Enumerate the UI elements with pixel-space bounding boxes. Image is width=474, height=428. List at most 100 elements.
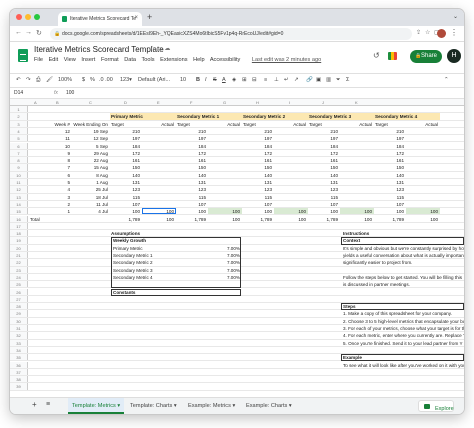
comment-icon[interactable]: ▣	[316, 77, 321, 83]
bookmark-star-icon[interactable]: ☆	[425, 29, 430, 36]
row-number[interactable]: 12	[10, 186, 28, 193]
spreadsheet-grid[interactable]: ABCDEFGHIJK 1 2 Primary Metric Secondary Me…	[10, 99, 464, 397]
menu-file[interactable]: File	[34, 57, 43, 63]
browser-tab[interactable]: Iterative Metrics Scorecard Te ×	[58, 12, 142, 26]
collapse-toolbar-icon[interactable]: ⌃	[444, 77, 449, 83]
column-header-b[interactable]: B	[56, 100, 59, 105]
tab-search-icon[interactable]: ⌄	[453, 13, 458, 20]
row-number[interactable]: 33	[10, 339, 28, 346]
row-number[interactable]: 14	[10, 200, 28, 208]
formula-input[interactable]: 100	[66, 90, 74, 96]
rotate-icon[interactable]: ↗	[294, 77, 299, 83]
meet-icon[interactable]	[388, 51, 403, 61]
sheet-row[interactable]: 4 12 19 Sep 210 210 210 210 210	[10, 127, 464, 136]
close-window-icon[interactable]	[16, 14, 22, 20]
name-box[interactable]: D14	[14, 90, 48, 96]
row-number[interactable]: 30	[10, 317, 28, 324]
row-number[interactable]: 16	[10, 215, 28, 222]
row-number[interactable]: 9	[10, 164, 28, 171]
row-number[interactable]: 15	[10, 208, 28, 215]
address-bar[interactable]: 🔒 docs.google.com/spreadsheets/d/1EEsI9E…	[50, 28, 412, 40]
currency-format-button[interactable]: $	[82, 77, 85, 83]
row-number[interactable]: 32	[10, 332, 28, 339]
row-number[interactable]: 29	[10, 310, 28, 317]
row-number[interactable]: 31	[10, 325, 28, 332]
sheet-row[interactable]: 14 2 11 Jul 107 107 107 107 107	[10, 200, 464, 209]
row-number[interactable]: 3	[10, 120, 28, 127]
number-format-select[interactable]: 123▾	[120, 77, 132, 83]
actual-value[interactable]: 100	[406, 209, 438, 214]
fill-color-icon[interactable]: ◈	[232, 77, 236, 83]
all-sheets-icon[interactable]: ≡	[46, 401, 50, 408]
sheet-row[interactable]: 10 6 8 Aug 140 140 140 140 140	[10, 171, 464, 179]
browser-menu-icon[interactable]: ⋮	[450, 28, 458, 37]
new-tab-icon[interactable]: +	[147, 12, 152, 22]
wrap-icon[interactable]: ↵	[284, 77, 289, 83]
sheet-row[interactable]: 32 4. For each metric, enter where you cu…	[10, 332, 464, 340]
row-number[interactable]: 28	[10, 303, 28, 310]
profile-avatar[interactable]	[437, 29, 446, 38]
menu-insert[interactable]: Insert	[81, 57, 95, 63]
row-number[interactable]: 27	[10, 295, 28, 303]
sheet-row[interactable]: 39	[10, 383, 464, 391]
row-number[interactable]: 18	[10, 230, 28, 237]
maximize-window-icon[interactable]	[34, 14, 40, 20]
redo-icon[interactable]: ↷	[26, 77, 31, 83]
row-number[interactable]: 21	[10, 252, 28, 259]
row-number[interactable]: 6	[10, 142, 28, 149]
align-icon[interactable]: ≡	[264, 77, 267, 83]
link-icon[interactable]: 🔗	[306, 77, 313, 83]
version-history-icon[interactable]: ↺	[373, 51, 380, 60]
close-tab-icon[interactable]: ×	[134, 15, 138, 21]
column-header-i[interactable]: I	[289, 100, 290, 105]
tab-template-charts[interactable]: Template: Charts ▾	[130, 403, 177, 409]
row-number[interactable]: 19	[10, 237, 28, 244]
row-number[interactable]: 10	[10, 171, 28, 178]
row-number[interactable]: 7	[10, 149, 28, 157]
row-number[interactable]: 39	[10, 383, 28, 390]
column-header-j[interactable]: J	[322, 100, 324, 105]
row-number[interactable]: 26	[10, 288, 28, 295]
explore-button[interactable]: Explore	[418, 400, 454, 412]
menu-data[interactable]: Data	[124, 57, 136, 63]
back-icon[interactable]: ←	[15, 29, 22, 36]
row-number[interactable]: 24	[10, 273, 28, 281]
menu-tools[interactable]: Tools	[142, 57, 155, 63]
column-header-a[interactable]: A	[34, 100, 37, 105]
column-header-c[interactable]: C	[89, 100, 92, 105]
percent-format-button[interactable]: %	[90, 77, 95, 83]
row-number[interactable]: 8	[10, 157, 28, 164]
sheet-row[interactable]: 34	[10, 346, 464, 355]
row-number[interactable]: 22	[10, 259, 28, 266]
forward-icon[interactable]: →	[25, 29, 32, 36]
tab-example-charts[interactable]: Example: Charts ▾	[246, 403, 292, 409]
text-color-icon[interactable]: A	[222, 77, 226, 83]
filter-icon[interactable]: ⏷	[336, 77, 340, 84]
sheet-row[interactable]: 38	[10, 376, 464, 384]
row-number[interactable]: 35	[10, 354, 28, 361]
row-number[interactable]: 36	[10, 361, 28, 368]
row-number[interactable]: 34	[10, 346, 28, 354]
sheet-row[interactable]: 16 Total 1,789 100 1,789 100 1,789 100 1,789 100 1…	[10, 215, 464, 223]
bold-icon[interactable]: B	[196, 77, 200, 83]
document-title[interactable]: Iterative Metrics Scorecard Template	[34, 45, 164, 54]
strikethrough-icon[interactable]: S	[213, 77, 217, 83]
sheet-row[interactable]: 11 5 1 Aug 131 131 131 131 131	[10, 179, 464, 187]
row-number[interactable]: 4	[10, 127, 28, 135]
column-header-g[interactable]: G	[223, 100, 226, 105]
row-number[interactable]: 1	[10, 106, 28, 113]
sheet-row[interactable]: 9 7 15 Aug 150 150 150 150 150	[10, 164, 464, 172]
sheet-row[interactable]: 6 10 5 Sep 184 184 184 184 184	[10, 142, 464, 150]
sheet-row[interactable]: 27	[10, 295, 464, 304]
font-select[interactable]: Default (Ari...	[138, 77, 170, 83]
row-number[interactable]: 25	[10, 281, 28, 288]
menu-view[interactable]: View	[64, 57, 76, 63]
menu-edit[interactable]: Edit	[49, 57, 59, 63]
tab-example-metrics[interactable]: Example: Metrics ▾	[188, 403, 235, 409]
star-icon[interactable]: ☆	[150, 46, 155, 52]
actual-value[interactable]: 100	[340, 209, 372, 214]
actual-value[interactable]: 100	[274, 209, 306, 214]
last-edit-link[interactable]: Last edit was 2 minutes ago	[252, 57, 321, 63]
column-header-k[interactable]: K	[355, 100, 358, 105]
font-size-select[interactable]: 10	[180, 77, 186, 83]
